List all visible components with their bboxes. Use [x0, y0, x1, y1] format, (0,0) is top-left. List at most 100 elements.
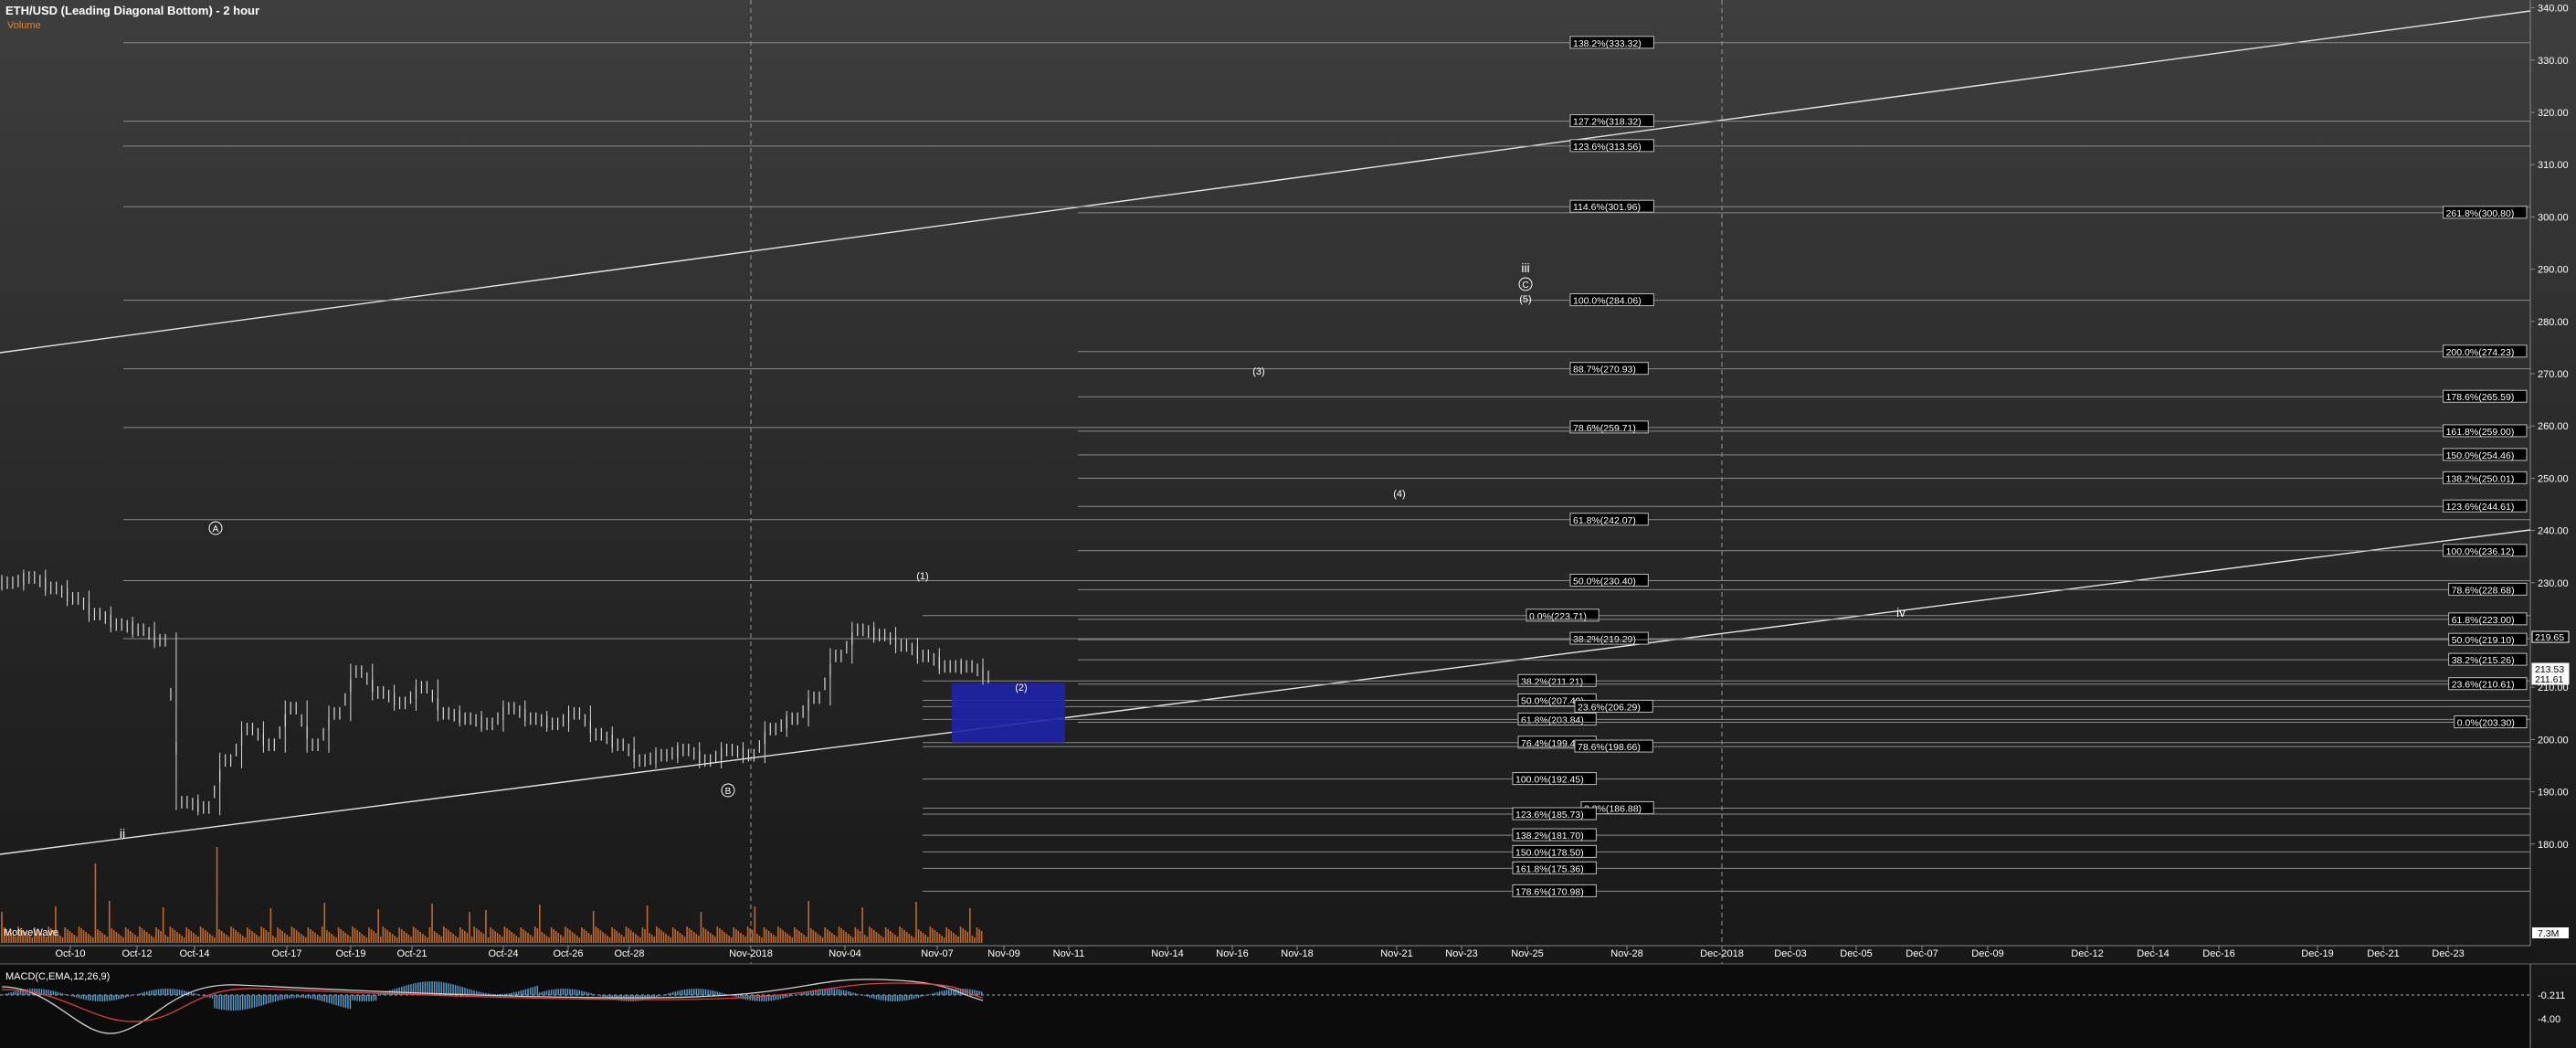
time-tick-label: Nov-16 — [1216, 948, 1248, 959]
fib-label-f0_0: 0.0%(223.71) — [1529, 611, 1587, 622]
chart-title: ETH/USD (Leading Diagonal Bottom) - 2 ho… — [5, 4, 260, 17]
time-tick-label: Nov-09 — [987, 948, 1019, 959]
time-tick-label: Nov-14 — [1151, 948, 1183, 959]
fib-label-r23_6: 23.6%(210.61) — [2452, 680, 2515, 691]
wave-label-B: B — [725, 787, 732, 797]
fib-label-r150_0: 150.0%(254.46) — [2446, 450, 2515, 461]
fib-label-g178_6: 178.6%(170.98) — [1515, 886, 1584, 897]
chart-stage: 350.00340.00330.00320.00310.00300.00290.… — [0, 0, 2576, 1048]
fib-label-g38_2: 38.2%(211.21) — [1521, 676, 1583, 687]
fib-label-r261_8: 261.8%(300.80) — [2446, 208, 2515, 219]
time-tick-label: Oct-14 — [179, 948, 209, 959]
lower-channel-line — [0, 529, 2531, 855]
fib-label-f50_0: 50.0%(230.40) — [1573, 577, 1636, 588]
time-tick-label: Oct-26 — [553, 948, 583, 959]
time-tick-label: Dec-23 — [2432, 948, 2464, 959]
fib-label-f78_6: 78.6%(259.71) — [1573, 423, 1636, 434]
fib-label-r161_8: 161.8%(259.00) — [2446, 427, 2515, 438]
price-marker-label: 211.61 — [2535, 674, 2563, 685]
fib-label-f61_8: 61.8%(242.07) — [1573, 515, 1636, 526]
price-tick-label: 300.00 — [2538, 212, 2569, 223]
time-tick-label: Nov-18 — [1281, 948, 1313, 959]
price-tick-label: 320.00 — [2538, 108, 2569, 119]
price-tick-label: 330.00 — [2538, 56, 2569, 67]
price-tick-label: 240.00 — [2538, 526, 2569, 537]
time-tick-label: Oct-24 — [488, 948, 518, 959]
wave-label-3: (3) — [1252, 366, 1264, 377]
price-tick-label: 250.00 — [2538, 473, 2569, 484]
price-tick-label: 180.00 — [2538, 840, 2569, 851]
time-tick-label: Nov-07 — [921, 948, 953, 959]
time-tick-label: Dec-2018 — [1700, 948, 1744, 959]
time-tick-label: Nov-11 — [1053, 948, 1085, 959]
fib-label-r78_6: 78.6%(228.68) — [2452, 585, 2515, 596]
fib-label-r123_6: 123.6%(244.61) — [2446, 502, 2515, 513]
fib-label-g23_6: 23.6%(206.29) — [1578, 702, 1641, 713]
wave2-target-box — [952, 683, 1065, 743]
fib-label-g138_2: 138.2%(181.70) — [1515, 831, 1584, 842]
fib-label-f88_7: 88.7%(270.93) — [1573, 365, 1636, 376]
volume-legend: Volume — [7, 20, 41, 31]
fib-label-r61_8: 61.8%(223.00) — [2452, 615, 2515, 626]
fib-label-f127_2: 127.2%(318.32) — [1573, 117, 1642, 128]
time-tick-label: Nov-28 — [1610, 948, 1642, 959]
vendor-tag: MotiveWave — [4, 927, 59, 938]
fib-label-g61_8: 61.8%(203.84) — [1521, 715, 1584, 725]
price-tick-label: 270.00 — [2538, 369, 2569, 380]
wave-label-C: C — [1522, 281, 1528, 291]
time-tick-label: Dec-21 — [2367, 948, 2399, 959]
fib-label-r38_2: 38.2%(215.26) — [2452, 655, 2515, 666]
price-tick-label: 230.00 — [2538, 578, 2569, 589]
fib-label-r50_0: 50.0%(219.10) — [2452, 635, 2515, 646]
macd-tick-label: -4.00 — [2538, 1014, 2560, 1025]
time-tick-label: Nov-21 — [1380, 948, 1412, 959]
price-tick-label: 310.00 — [2538, 160, 2569, 171]
upper-channel-line — [0, 10, 2531, 354]
fib-label-g78_6: 78.6%(198.66) — [1578, 742, 1641, 753]
time-tick-label: Dec-07 — [1906, 948, 1937, 959]
fib-label-r100_0: 100.0%(236.12) — [2446, 546, 2515, 557]
wave-label-ii: ii — [120, 826, 125, 841]
time-tick-label: Oct-28 — [614, 948, 644, 959]
fib-label-r0_0: 0.0%(203.30) — [2457, 718, 2515, 729]
time-tick-label: Dec-19 — [2301, 948, 2333, 959]
price-tick-label: 190.00 — [2538, 788, 2569, 799]
time-tick-label: Oct-21 — [396, 948, 427, 959]
fib-label-f138_2: 138.2%(333.32) — [1573, 38, 1642, 49]
time-tick-label: Dec-09 — [1971, 948, 2003, 959]
price-marker-label: 219.65 — [2535, 632, 2564, 643]
wave-label-A: A — [213, 524, 219, 535]
time-tick-label: Dec-14 — [2137, 948, 2169, 959]
wave-label-2: (2) — [1015, 683, 1027, 693]
time-tick-label: Nov-23 — [1445, 948, 1477, 959]
fib-label-r200_0: 200.0%(274.23) — [2446, 347, 2515, 358]
wave-label-1: (1) — [916, 571, 928, 582]
wave-label-iv: iv — [1896, 605, 1906, 619]
fib-label-r138_2: 138.2%(250.01) — [2446, 473, 2515, 484]
time-tick-label: Nov-25 — [1511, 948, 1543, 959]
time-tick-label: Oct-10 — [55, 948, 85, 959]
time-tick-label: Nov-04 — [829, 948, 860, 959]
fib-label-g123_6: 123.6%(185.73) — [1515, 810, 1584, 820]
wave-label-iii: iii — [1521, 260, 1529, 275]
price-tick-label: 340.00 — [2538, 4, 2569, 15]
fib-label-f100_0: 100.0%(284.06) — [1573, 296, 1642, 307]
price-tick-label: 260.00 — [2538, 421, 2569, 432]
price-tick-label: 290.00 — [2538, 265, 2569, 276]
macd-tick-label: -0.211 — [2538, 990, 2565, 1001]
price-tick-label: 280.00 — [2538, 317, 2569, 328]
time-tick-label: Oct-19 — [335, 948, 365, 959]
time-tick-label: Oct-12 — [121, 948, 152, 959]
price-tick-label: 200.00 — [2538, 735, 2569, 746]
time-tick-label: Dec-12 — [2071, 948, 2103, 959]
fib-label-g150_0: 150.0%(178.50) — [1515, 847, 1584, 858]
time-tick-label: Nov-2018 — [729, 948, 773, 959]
macd-panel-bg — [0, 964, 2530, 1048]
fib-label-g161_8: 161.8%(175.36) — [1515, 863, 1584, 874]
price-chart: 350.00340.00330.00320.00310.00300.00290.… — [0, 0, 2576, 1048]
time-tick-label: Dec-03 — [1774, 948, 1806, 959]
wave-label-4: (4) — [1393, 489, 1405, 500]
time-tick-label: Dec-05 — [1840, 948, 1872, 959]
volume-scale-label: 7.3M — [2538, 928, 2559, 939]
fib-label-f123_6: 123.6%(313.56) — [1573, 142, 1642, 153]
